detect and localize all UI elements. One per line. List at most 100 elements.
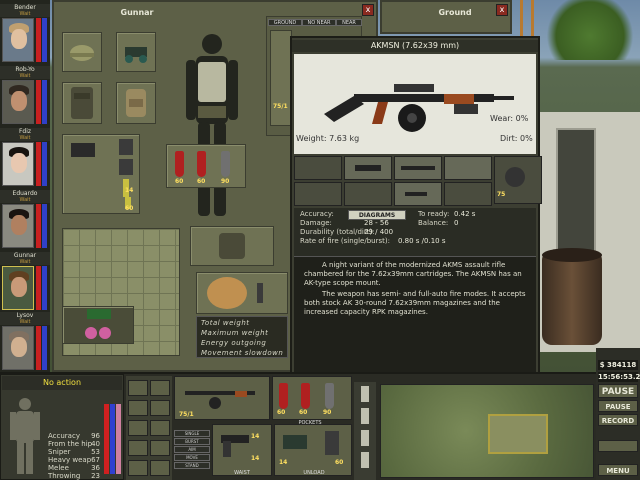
merc-portrait[interactable] bbox=[2, 326, 34, 370]
tab-near[interactable]: NEAR bbox=[336, 19, 362, 26]
close-ground-button[interactable]: x bbox=[496, 4, 508, 16]
diagrams-button[interactable]: DIAGRAMS bbox=[348, 210, 406, 220]
attachment-slot[interactable] bbox=[444, 182, 492, 206]
merc-name: Rob-Yo bbox=[0, 66, 50, 73]
portrait-face bbox=[11, 153, 27, 173]
scope-icon bbox=[355, 165, 381, 171]
merc-card-fdiz[interactable]: Fdiz Wait bbox=[0, 128, 50, 188]
money-display: $ 384118 bbox=[598, 360, 638, 370]
record-button[interactable]: RECORD bbox=[598, 414, 638, 426]
to-ready-value: 0.42 s bbox=[454, 210, 476, 218]
bullets-icon[interactable] bbox=[150, 420, 170, 436]
burst-icon[interactable] bbox=[150, 440, 170, 456]
merc-portrait-strip: Bender Wait Rob-Yo Wait Fdiz Wait Eduard… bbox=[0, 0, 50, 372]
tab-no-near[interactable]: NO NEAR bbox=[302, 19, 336, 26]
attachment-slot[interactable] bbox=[294, 182, 342, 206]
backpack-slot[interactable] bbox=[116, 82, 156, 124]
attachment-slot[interactable] bbox=[344, 156, 392, 180]
soldier-silhouette[interactable] bbox=[180, 30, 244, 220]
magazine-attachment-slot[interactable]: 75 bbox=[494, 156, 542, 204]
minimap-base-marker[interactable] bbox=[488, 414, 548, 454]
tab-ground[interactable]: GROUND bbox=[268, 19, 302, 26]
merc-portrait[interactable] bbox=[2, 266, 34, 310]
pockets-slot[interactable]: 60 60 90 bbox=[272, 376, 352, 420]
energy-bar bbox=[110, 404, 115, 474]
bag-item-slot[interactable] bbox=[196, 272, 288, 314]
pistol-icon bbox=[221, 435, 249, 457]
vest-slot[interactable] bbox=[62, 82, 102, 124]
stance-stand-icon[interactable] bbox=[128, 380, 148, 396]
weapon-in-hand-slot[interactable]: 75/1 bbox=[174, 376, 270, 420]
description-paragraph: A night variant of the modernized AKMS a… bbox=[304, 261, 522, 287]
aim-button[interactable]: AIM bbox=[174, 446, 210, 453]
ammo-icon[interactable] bbox=[150, 400, 170, 416]
weapon-stats: Accuracy: 51 Damage: 28 - 56 Durability … bbox=[294, 208, 536, 256]
fire-mode-burst-button[interactable]: BURST bbox=[174, 438, 210, 445]
attachment-slot[interactable] bbox=[394, 182, 442, 206]
fire-mode-single-button[interactable]: SINGLE bbox=[174, 430, 210, 437]
grid-items[interactable] bbox=[62, 306, 134, 344]
pouch-slot[interactable]: 14 60 bbox=[62, 134, 140, 214]
barrel-rim bbox=[542, 248, 602, 262]
waist-slot[interactable]: 14 14 bbox=[212, 424, 272, 476]
magazine-slot[interactable]: 60 60 90 bbox=[166, 144, 246, 188]
attachment-slot[interactable] bbox=[394, 156, 442, 180]
walk-icon[interactable] bbox=[128, 420, 148, 436]
prone-icon[interactable] bbox=[128, 440, 148, 456]
body-status-icon[interactable] bbox=[6, 396, 44, 476]
merc-portrait[interactable] bbox=[2, 18, 34, 62]
helmet-icon bbox=[70, 45, 94, 61]
run-icon[interactable] bbox=[128, 400, 148, 416]
tactical-minimap[interactable] bbox=[380, 384, 594, 478]
sneak-icon[interactable] bbox=[128, 460, 148, 476]
energy-bar bbox=[42, 80, 47, 124]
merc-status: Wait bbox=[0, 11, 50, 17]
close-inventory-button[interactable]: x bbox=[362, 4, 374, 16]
shed-door[interactable] bbox=[556, 128, 596, 268]
merc-card-rob-yo[interactable]: Rob-Yo Wait bbox=[0, 66, 50, 126]
barrel[interactable] bbox=[542, 250, 602, 345]
skill-value: 53 bbox=[91, 448, 100, 456]
move-button[interactable]: MOVE bbox=[174, 454, 210, 461]
menu-button[interactable]: MENU bbox=[598, 464, 638, 476]
merc-card-eduardo[interactable]: Eduardo Wait bbox=[0, 190, 50, 250]
pause-button[interactable]: PAUSE bbox=[598, 400, 638, 412]
attachment-slot[interactable] bbox=[294, 156, 342, 180]
attachments-row: 75 bbox=[294, 156, 542, 208]
vest-small-icon bbox=[219, 233, 245, 259]
body-silhouette-icon bbox=[186, 34, 238, 216]
attachment-slot[interactable] bbox=[344, 182, 392, 206]
tree-foliage bbox=[540, 0, 640, 60]
merc-card-gunnar[interactable]: Gunnar Wait bbox=[0, 252, 50, 312]
merc-card-lysov[interactable]: Lysov Wait bbox=[0, 312, 50, 372]
maximum-weight-label: Maximum weight bbox=[201, 329, 269, 337]
sector-weapon-slot[interactable]: 75/1 bbox=[270, 30, 292, 126]
attachment-slot[interactable] bbox=[444, 156, 492, 180]
unload-slot[interactable]: 14 60 bbox=[274, 424, 352, 476]
speed-control[interactable] bbox=[598, 440, 638, 452]
merc-portrait[interactable] bbox=[2, 80, 34, 124]
accuracy-label: Accuracy: bbox=[300, 210, 334, 218]
health-bar bbox=[36, 142, 41, 186]
group-icon[interactable] bbox=[150, 460, 170, 476]
pause-big-button[interactable]: PAUSE bbox=[598, 384, 638, 398]
stand-button[interactable]: STAND bbox=[174, 462, 210, 469]
item-count: 60 bbox=[125, 205, 134, 212]
stance-crouch-icon[interactable] bbox=[150, 380, 170, 396]
energy-bar bbox=[42, 266, 47, 310]
merc-portrait[interactable] bbox=[2, 142, 34, 186]
energy-bar bbox=[42, 142, 47, 186]
magazine-icon bbox=[301, 383, 310, 409]
pocket-count: 60 bbox=[277, 409, 286, 416]
health-bar bbox=[36, 18, 41, 62]
health-bar bbox=[36, 326, 41, 370]
merc-name: Bender bbox=[0, 4, 50, 11]
helmet-slot[interactable] bbox=[62, 32, 102, 72]
merc-card-bender[interactable]: Bender Wait bbox=[0, 4, 50, 64]
night-vision-icon bbox=[125, 47, 147, 63]
merc-portrait[interactable] bbox=[2, 204, 34, 248]
nightvision-slot[interactable] bbox=[116, 32, 156, 72]
magazine-icon bbox=[279, 383, 288, 409]
current-action: No action bbox=[2, 376, 122, 390]
backpack-item-slot[interactable] bbox=[190, 226, 274, 266]
